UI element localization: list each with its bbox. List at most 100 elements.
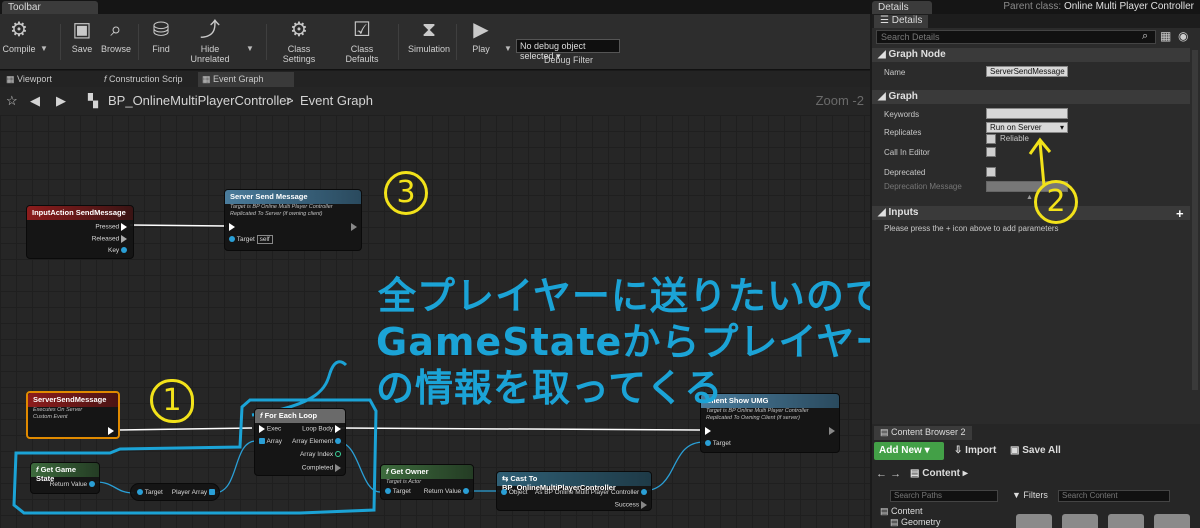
node-server-send-event[interactable]: ServerSendMessage Executes On Server Cus… <box>26 391 120 439</box>
node-cast[interactable]: ⇆ Cast To BP_OnlineMultiPlayerController… <box>496 471 652 511</box>
save-all-button[interactable]: ▣ Save All <box>1010 445 1061 456</box>
search-paths-input[interactable]: Search Paths <box>890 490 998 502</box>
pin-success[interactable]: Success <box>615 501 647 509</box>
details-panel-tab[interactable]: Details <box>872 1 932 14</box>
filters-button[interactable]: ▼ Filters <box>1012 490 1048 500</box>
node-get-owner[interactable]: f Get Owner Target is Actor Target Retur… <box>380 464 474 500</box>
pin-as-controller[interactable]: As BP Online Multi Player Controller <box>535 489 647 496</box>
reliable-checkbox[interactable] <box>986 134 996 144</box>
tab-construction-script[interactable]: f Construction Scrip <box>100 72 196 87</box>
node-server-send-message[interactable]: Server Send Message Target is BP Online … <box>224 189 362 251</box>
add-parameter-icon[interactable]: + <box>1176 206 1184 221</box>
event-graph-canvas[interactable]: InputAction SendMessage Pressed Released… <box>0 115 870 528</box>
pin-array[interactable]: Array <box>259 438 282 445</box>
star-icon[interactable]: ☆ <box>6 93 18 109</box>
tree-item-geometry[interactable]: ▤ Geometry <box>890 517 941 528</box>
browse-icon: ⌕ <box>110 19 122 41</box>
hide-unrelated-button[interactable]: ⤴ Hide Unrelated <box>180 16 240 68</box>
top-strip: Toolbar Details Parent class: Online Mul… <box>0 0 1200 14</box>
add-new-button[interactable]: Add New ▾ <box>874 442 944 460</box>
details-scrollbar[interactable] <box>1192 50 1198 390</box>
play-dropdown-icon[interactable]: ▼ <box>504 44 512 53</box>
node-get-game-state[interactable]: f Get Game State Return Value <box>30 462 100 494</box>
tab-viewport-label: Viewport <box>17 74 52 84</box>
save-all-label: Save All <box>1022 445 1061 456</box>
pin-completed[interactable]: Completed <box>302 464 341 472</box>
exec-in-pin[interactable] <box>229 223 235 231</box>
node-for-each-loop[interactable]: f For Each Loop Exec Array Loop Body Arr… <box>254 408 346 476</box>
details-search-input[interactable]: Search Details <box>876 30 1156 44</box>
call-in-editor-checkbox[interactable] <box>986 147 996 157</box>
asset-folder[interactable] <box>1154 514 1190 528</box>
chevron-right-icon: ▸ <box>962 468 968 479</box>
node-subtitle: Replicated To Server (if owning client) <box>230 211 323 217</box>
class-defaults-button[interactable]: ☑ Class Defaults <box>334 16 390 68</box>
breadcrumb-graph[interactable]: Event Graph <box>300 93 373 108</box>
pin-return-value[interactable]: Return Value <box>424 488 469 495</box>
node-input-action[interactable]: InputAction SendMessage Pressed Released… <box>26 205 134 259</box>
details-tab[interactable]: ☰ Details <box>874 15 929 28</box>
debug-object-select[interactable]: No debug object selected ▾ <box>516 39 620 61</box>
pin-pressed[interactable]: Pressed <box>95 223 127 231</box>
search-content-input[interactable]: Search Content <box>1058 490 1170 502</box>
simulation-button[interactable]: ⧗ Simulation <box>406 16 452 68</box>
pin-array-index[interactable]: Array Index <box>300 451 341 458</box>
eye-icon[interactable]: ◉ <box>1178 29 1188 43</box>
import-button[interactable]: ⇩ Import <box>954 445 996 456</box>
pin-target[interactable]: Target <box>137 489 163 496</box>
class-settings-label: Class Settings <box>282 44 316 64</box>
save-button[interactable]: ▣ Save <box>68 16 96 68</box>
exec-out-pin[interactable] <box>108 427 114 435</box>
pin-return-value[interactable]: Return Value <box>50 481 95 488</box>
pin-array-element[interactable]: Array Element <box>292 438 341 445</box>
asset-folder[interactable] <box>1016 514 1052 528</box>
exec-out-pin[interactable] <box>351 223 357 231</box>
tree-item-content[interactable]: ▤ Content <box>880 506 923 517</box>
pin-label: Player Array <box>171 489 208 496</box>
exec-pin-icon <box>829 427 835 435</box>
back-arrow-icon[interactable]: ← <box>876 468 887 480</box>
forward-arrow-icon[interactable]: ▶ <box>56 93 66 109</box>
node-player-array[interactable]: Target Player Array <box>130 483 220 501</box>
exec-pin-icon <box>641 501 647 509</box>
grid-view-icon[interactable]: ▦ <box>1160 29 1171 43</box>
compile-button[interactable]: ⚙ Compile <box>2 16 36 68</box>
deprecated-checkbox[interactable] <box>986 167 996 177</box>
content-browser-tab[interactable]: ▤ Content Browser 2 <box>874 426 972 440</box>
pin-exec[interactable]: Exec <box>259 425 281 433</box>
compile-dropdown-icon[interactable]: ▼ <box>40 44 48 53</box>
save-label: Save <box>71 44 93 54</box>
nav-arrows[interactable]: ← → <box>876 468 901 480</box>
find-button[interactable]: ⛁ Find <box>146 16 176 68</box>
section-graph-node[interactable]: ◢ Graph Node <box>872 48 1190 62</box>
pin-released[interactable]: Released <box>92 235 127 243</box>
exec-wire <box>129 224 227 227</box>
pin-target[interactable]: Target <box>385 488 411 495</box>
pin-key[interactable]: Key <box>108 247 127 254</box>
back-arrow-icon[interactable]: ◀ <box>30 93 40 109</box>
play-button[interactable]: ▶ Play <box>462 16 500 68</box>
asset-folder[interactable] <box>1108 514 1144 528</box>
pin-target[interactable]: Target <box>705 440 731 447</box>
section-graph[interactable]: ◢ Graph <box>872 90 1190 104</box>
exec-wire <box>339 427 701 431</box>
pin-object[interactable]: Object <box>501 489 528 496</box>
hide-unrelated-dropdown-icon[interactable]: ▼ <box>246 44 254 53</box>
class-settings-button[interactable]: ⚙ Class Settings <box>272 16 326 68</box>
breadcrumb-blueprint[interactable]: BP_OnlineMultiPlayerController <box>108 93 291 108</box>
pin-target[interactable]: Target self <box>229 235 273 244</box>
forward-arrow-icon[interactable]: → <box>890 468 901 480</box>
exec-in-pin[interactable] <box>705 427 711 435</box>
browse-button[interactable]: ⌕ Browse <box>100 16 132 68</box>
keywords-field[interactable] <box>986 108 1068 119</box>
name-field[interactable]: ServerSendMessage <box>986 66 1068 77</box>
asset-folder[interactable] <box>1062 514 1098 528</box>
tab-event-graph[interactable]: ▦ Event Graph <box>198 72 294 87</box>
pin-loop-body[interactable]: Loop Body <box>302 425 341 433</box>
exec-out-pin[interactable] <box>829 427 835 435</box>
path-breadcrumb[interactable]: ▤ Content ▸ <box>910 468 968 479</box>
pin-player-array[interactable]: Player Array <box>172 489 215 496</box>
tab-viewport[interactable]: ▦ Viewport <box>2 72 98 87</box>
toolbar-panel-tab[interactable]: Toolbar <box>2 1 98 14</box>
node-subtitle: Target is Actor <box>386 479 422 485</box>
